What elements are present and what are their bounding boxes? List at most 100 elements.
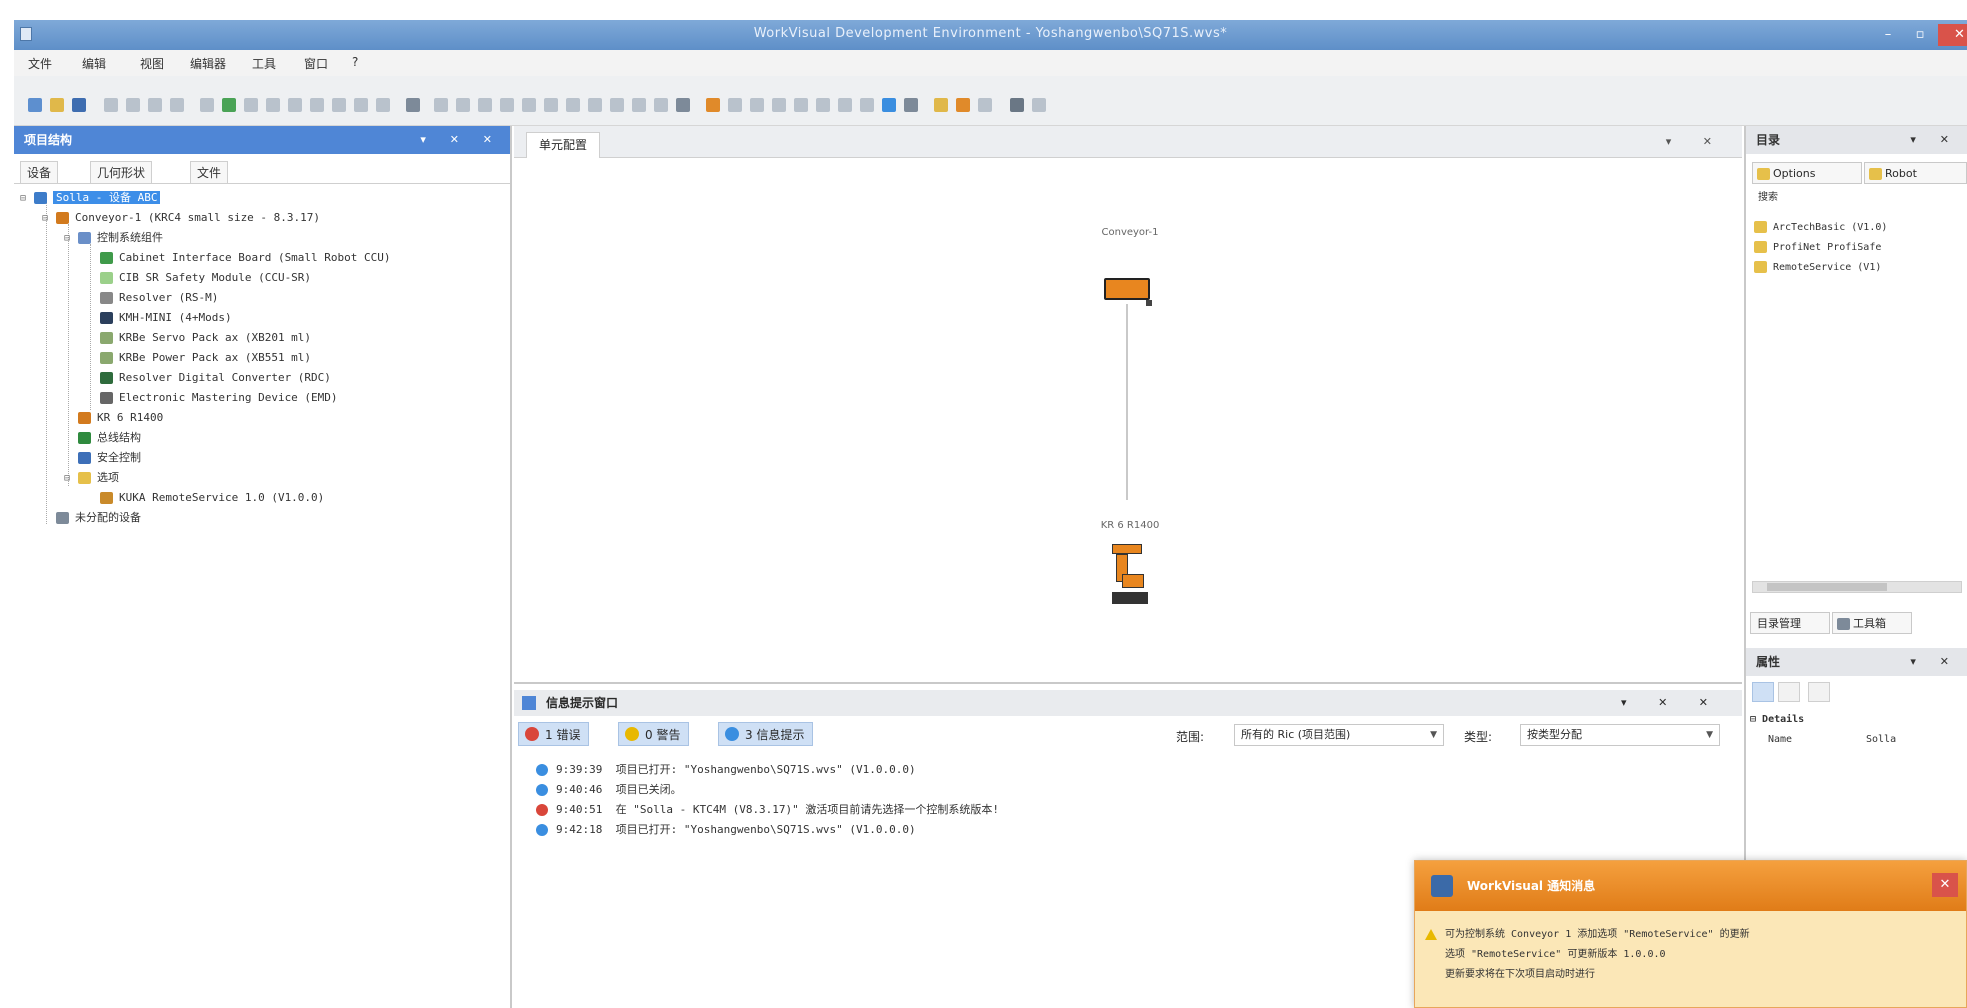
menu-tools[interactable]: 工具 (252, 55, 276, 72)
deploy-icon[interactable] (860, 98, 874, 112)
tree-item-rdc[interactable]: Resolver Digital Converter (RDC) (100, 368, 331, 388)
tree-item-robot[interactable]: KR 6 R1400 (78, 408, 163, 428)
table-icon[interactable] (544, 98, 558, 112)
tree-item-kmh[interactable]: KMH-MINI (4+Mods) (100, 308, 232, 328)
type-select[interactable]: 按类型分配 ▼ (1520, 724, 1720, 746)
notification-close-button[interactable]: ✕ (1932, 873, 1958, 897)
tab-devices[interactable]: 设备 (20, 161, 59, 183)
filter-errors-button[interactable]: 1 错误 (518, 722, 590, 746)
log-icon[interactable] (978, 98, 992, 112)
find-icon[interactable] (266, 98, 280, 112)
tree-item-servo-pack[interactable]: KRBe Servo Pack ax (XB201 ml) (100, 328, 311, 348)
code-icon[interactable] (816, 98, 830, 112)
new-project-icon[interactable] (28, 98, 42, 112)
message-row[interactable]: 9:40:46 项目已关闭。 (536, 780, 682, 800)
scope-select[interactable]: 所有的 Ric (项目范围) ▼ (1234, 724, 1444, 746)
maximize-button[interactable]: ▫ (1906, 24, 1934, 46)
undo-icon[interactable] (200, 98, 214, 112)
robot-node-icon[interactable] (1108, 544, 1152, 606)
refresh-icon[interactable] (376, 98, 390, 112)
horizontal-scrollbar[interactable] (1752, 581, 1962, 593)
panel-controls[interactable]: ▾ ✕ ✕ (420, 126, 502, 154)
list-icon[interactable] (654, 98, 668, 112)
network-icon[interactable] (728, 98, 742, 112)
menu-edit[interactable]: 编辑 (82, 55, 106, 72)
layout-icon[interactable] (522, 98, 536, 112)
check-icon[interactable] (794, 98, 808, 112)
catalog-item[interactable]: ProfiNet ProfiSafe (1754, 238, 1881, 258)
replace-icon[interactable] (288, 98, 302, 112)
categorized-view-icon[interactable] (1752, 682, 1774, 702)
editor-controls[interactable]: ▾ ✕ (1666, 135, 1726, 148)
link-icon[interactable] (588, 98, 602, 112)
property-name-value[interactable]: Solla (1866, 730, 1896, 750)
dropdown-icon-3[interactable] (904, 98, 918, 112)
dropdown-icon[interactable] (406, 98, 420, 112)
alphabetical-view-icon[interactable] (1778, 682, 1800, 702)
menu-window[interactable]: 窗口 (304, 55, 328, 72)
tab-catalog-management[interactable]: 目录管理 (1750, 612, 1830, 634)
redo-icon[interactable] (244, 98, 258, 112)
align-center-icon[interactable] (456, 98, 470, 112)
tab-geometry[interactable]: 几何形状 (90, 161, 153, 183)
grid-icon[interactable] (500, 98, 514, 112)
tree-item-cib[interactable]: Cabinet Interface Board (Small Robot CCU… (100, 248, 391, 268)
io-icon[interactable] (750, 98, 764, 112)
tree-item-cib-sr[interactable]: CIB SR Safety Module (CCU-SR) (100, 268, 311, 288)
map-icon[interactable] (772, 98, 786, 112)
tree-item-remote-service[interactable]: KUKA RemoteService 1.0 (V1.0.0) (100, 488, 324, 508)
align-right-icon[interactable] (478, 98, 492, 112)
filter-info-button[interactable]: 3 信息提示 (718, 722, 814, 746)
align-left-icon[interactable] (434, 98, 448, 112)
unlink-icon[interactable] (610, 98, 624, 112)
tree-item-bus-structure[interactable]: 总线结构 (78, 428, 141, 448)
compare-icon[interactable] (310, 98, 324, 112)
arrow-icon[interactable] (566, 98, 580, 112)
catalog-search-label[interactable]: 搜索 (1758, 188, 1778, 208)
settings-icon[interactable] (632, 98, 646, 112)
monitor-icon[interactable] (956, 98, 970, 112)
catalog-item[interactable]: RemoteService (V1) (1754, 258, 1881, 278)
menu-editors[interactable]: 编辑器 (190, 55, 226, 72)
delete-icon[interactable] (170, 98, 184, 112)
chart-icon[interactable] (934, 98, 948, 112)
tab-toolbox[interactable]: 工具箱 (1832, 612, 1912, 634)
tab-options[interactable]: Options (1752, 162, 1862, 184)
tree-item-controller[interactable]: ⊟ Conveyor-1 (KRC4 small size - 8.3.17) (42, 208, 320, 228)
tab-files[interactable]: 文件 (190, 161, 229, 183)
close-button[interactable]: ✕ (1938, 24, 1967, 46)
tree-item-cell[interactable]: ⊟ Solla - 设备 ABC (20, 188, 161, 208)
tree-item-resolver[interactable]: Resolver (RS-M) (100, 288, 218, 308)
dropdown-icon-2[interactable] (676, 98, 690, 112)
build-icon[interactable] (838, 98, 852, 112)
help-icon[interactable] (1010, 98, 1024, 112)
controller-node-icon[interactable] (1104, 278, 1150, 300)
minimize-button[interactable]: – (1874, 24, 1902, 46)
properties-controls[interactable]: ▾ ✕ (1910, 648, 1959, 676)
open-folder-icon[interactable] (50, 98, 64, 112)
zoom-icon[interactable] (354, 98, 368, 112)
menu-view[interactable]: 视图 (140, 55, 164, 72)
add-icon[interactable] (222, 98, 236, 112)
tree-item-components[interactable]: ⊟ 控制系统组件 (64, 228, 163, 248)
cut-icon[interactable] (104, 98, 118, 112)
message-row[interactable]: 9:39:39 项目已打开: "Yoshangwenbo\SQ71S.wvs" … (536, 760, 916, 780)
tab-cell-configuration[interactable]: 单元配置 (526, 132, 601, 158)
robot-icon[interactable] (706, 98, 720, 112)
catalog-controls[interactable]: ▾ ✕ (1910, 126, 1959, 154)
message-row[interactable]: 9:40:51 在 "Solla - KTC4M (V8.3.17)" 激活项目… (536, 800, 999, 820)
globe-icon[interactable] (882, 98, 896, 112)
tree-item-unassigned[interactable]: 未分配的设备 (56, 508, 141, 528)
messages-panel-controls[interactable]: ▾ ✕ ✕ (1621, 690, 1722, 716)
menu-help[interactable]: ? (352, 55, 358, 69)
tree-item-emd[interactable]: Electronic Mastering Device (EMD) (100, 388, 338, 408)
tree-item-power-pack[interactable]: KRBe Power Pack ax (XB551 ml) (100, 348, 311, 368)
property-pages-icon[interactable] (1808, 682, 1830, 702)
tab-robot[interactable]: Robot (1864, 162, 1967, 184)
properties-section[interactable]: ⊟ Details (1750, 710, 1804, 730)
tree-item-safety[interactable]: 安全控制 (78, 448, 141, 468)
catalog-item[interactable]: ArcTechBasic (V1.0) (1754, 218, 1887, 238)
filter-warnings-button[interactable]: 0 警告 (618, 722, 690, 746)
filter-icon[interactable] (332, 98, 346, 112)
menu-file[interactable]: 文件 (28, 55, 52, 72)
